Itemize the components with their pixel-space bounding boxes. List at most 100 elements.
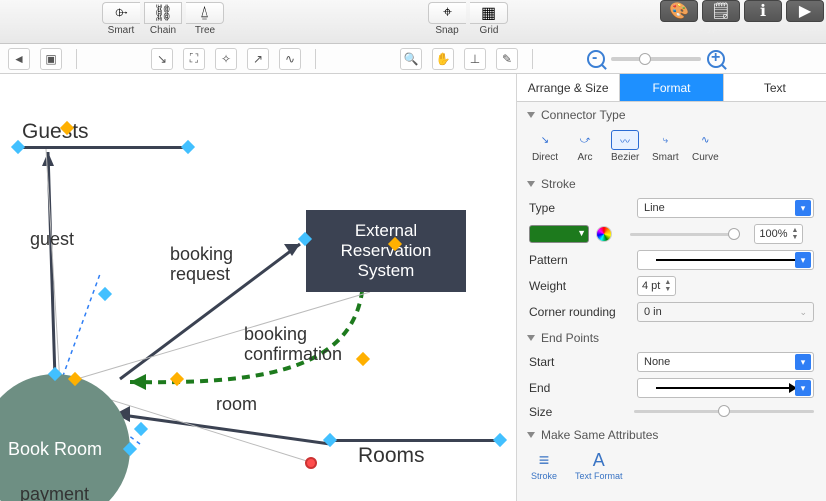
grid-label: Grid bbox=[468, 25, 510, 36]
tool-e[interactable]: ∿ bbox=[279, 48, 301, 70]
section-same-attr[interactable]: Make Same Attributes bbox=[517, 422, 826, 446]
chain-label: Chain bbox=[142, 25, 184, 36]
tool-a[interactable]: ↘ bbox=[151, 48, 173, 70]
connector-bezier[interactable]: 〰Bezier bbox=[611, 130, 639, 163]
zoom-out-icon[interactable]: - bbox=[587, 50, 605, 68]
pattern-label: Pattern bbox=[529, 253, 629, 267]
info-label: Info bbox=[742, 23, 784, 34]
info-button[interactable]: ℹ Info bbox=[742, 0, 784, 43]
room-edge-label: room bbox=[216, 394, 257, 415]
tool-d[interactable]: ↗ bbox=[247, 48, 269, 70]
back-button[interactable]: ◄ bbox=[8, 48, 30, 70]
stroke-color-swatch[interactable]: ▼ bbox=[529, 225, 589, 243]
smart-button[interactable]: ⌱ Smart bbox=[100, 2, 142, 36]
section-title-same-attr: Make Same Attributes bbox=[541, 428, 658, 442]
corner-rounding-select[interactable]: 0 in ⌄ bbox=[637, 302, 814, 322]
rooms-node[interactable] bbox=[330, 439, 500, 442]
disclosure-triangle-icon bbox=[527, 112, 535, 118]
zoom-tool[interactable]: 🔍 bbox=[400, 48, 422, 70]
present-label: Present bbox=[784, 23, 826, 34]
booking-confirmation-label: booking confirmation bbox=[244, 324, 354, 364]
payment-edge-label: payment bbox=[20, 484, 89, 501]
disclosure-triangle-icon bbox=[527, 432, 535, 438]
tool-c[interactable]: ✧ bbox=[215, 48, 237, 70]
canvas[interactable]: Guests External Reservation System Rooms… bbox=[0, 74, 516, 501]
grid-icon: ▦ bbox=[481, 3, 496, 23]
rooms-label: Rooms bbox=[358, 444, 425, 468]
tab-arrange[interactable]: Arrange & Size bbox=[517, 74, 619, 101]
chain-icon: ⛓ bbox=[153, 3, 173, 23]
endpoint-size-slider[interactable] bbox=[634, 410, 814, 413]
zoom-controls: - + bbox=[587, 50, 725, 68]
same-stroke-button[interactable]: ≡Stroke bbox=[531, 450, 557, 481]
tree-icon: ⍙ bbox=[200, 4, 210, 22]
tree-button[interactable]: ⍙ Tree bbox=[184, 2, 226, 36]
hypernote-label: Hypernote bbox=[700, 23, 742, 34]
stroke-type-select[interactable]: Line▾ bbox=[637, 198, 814, 218]
tree-label: Tree bbox=[184, 25, 226, 36]
format-button[interactable]: 🎨 Format bbox=[658, 0, 700, 43]
present-icon: ▶ bbox=[799, 1, 811, 21]
connector-arc[interactable]: ⤻Arc bbox=[571, 130, 599, 163]
stroke-pattern-select[interactable]: ▾ bbox=[637, 250, 814, 270]
tab-text[interactable]: Text bbox=[723, 74, 826, 101]
end-label: End bbox=[529, 381, 629, 395]
guests-label: Guests bbox=[22, 120, 89, 144]
toolbar-group-right: 🎨 Format 🗒 Hypernote ℹ Info ▶ Present bbox=[658, 0, 826, 43]
tab-format[interactable]: Format bbox=[619, 74, 722, 101]
section-endpoints[interactable]: End Points bbox=[517, 325, 826, 349]
stroke-opacity-slider[interactable] bbox=[630, 233, 740, 236]
connector-direct[interactable]: ↘Direct bbox=[531, 130, 559, 163]
external-reservation-label: External Reservation System bbox=[312, 221, 460, 281]
connector-smart[interactable]: ⤷Smart bbox=[651, 130, 679, 163]
toolbar-group-layout: ⌱ Smart ⛓ Chain ⍙ Tree bbox=[100, 0, 226, 43]
snap-label: Snap bbox=[426, 25, 468, 36]
endpoint-start-select[interactable]: None▾ bbox=[637, 352, 814, 372]
grid-button[interactable]: ▦ Grid bbox=[468, 2, 510, 36]
inspector-panel: Arrange & Size Format Text Connector Typ… bbox=[516, 74, 826, 501]
hand-tool[interactable]: ✋ bbox=[432, 48, 454, 70]
section-stroke[interactable]: Stroke bbox=[517, 171, 826, 195]
snap-icon: ⌖ bbox=[443, 4, 452, 22]
hypernote-button[interactable]: 🗒 Hypernote bbox=[700, 0, 742, 43]
endpoint-end-select[interactable]: ▾ bbox=[637, 378, 814, 398]
smart-label: Smart bbox=[100, 25, 142, 36]
zoom-in-icon[interactable]: + bbox=[707, 50, 725, 68]
text-format-icon: A bbox=[575, 450, 623, 471]
stroke-type-label: Type bbox=[529, 201, 629, 215]
booking-request-label: booking request bbox=[170, 244, 250, 284]
connector-curve[interactable]: ∿Curve bbox=[691, 130, 719, 163]
stroke-icon: ≡ bbox=[531, 450, 557, 471]
stamp-tool[interactable]: ⊥ bbox=[464, 48, 486, 70]
origin-handle[interactable] bbox=[305, 457, 317, 469]
smart-icon: ⌱ bbox=[115, 4, 127, 22]
tool-b[interactable]: ⛶ bbox=[183, 48, 205, 70]
stroke-opacity-field[interactable]: 100%▲▼ bbox=[754, 224, 803, 244]
section-title-stroke: Stroke bbox=[541, 177, 576, 191]
zoom-slider[interactable] bbox=[611, 57, 701, 61]
color-wheel-icon[interactable] bbox=[596, 226, 612, 242]
eyedropper-tool[interactable]: ✎ bbox=[496, 48, 518, 70]
disclosure-triangle-icon bbox=[527, 181, 535, 187]
format-label: Format bbox=[658, 23, 700, 34]
section-connector-type[interactable]: Connector Type bbox=[517, 102, 826, 126]
book-room-label: Book Room bbox=[8, 439, 102, 460]
guest-edge-label: guest bbox=[30, 229, 74, 250]
snap-button[interactable]: ⌖ Snap bbox=[426, 2, 468, 36]
section-title-endpoints: End Points bbox=[541, 331, 599, 345]
start-label: Start bbox=[529, 355, 629, 369]
stroke-weight-field[interactable]: 4 pt▲▼ bbox=[637, 276, 676, 296]
toolbar-group-snap: ⌖ Snap ▦ Grid bbox=[426, 0, 510, 43]
present-button[interactable]: ▶ Present bbox=[784, 0, 826, 43]
hypernote-icon: 🗒 bbox=[711, 1, 731, 21]
disclosure-triangle-icon bbox=[527, 335, 535, 341]
connector-type-picker: ↘Direct ⤻Arc 〰Bezier ⤷Smart ∿Curve bbox=[517, 126, 826, 171]
outline-toggle[interactable]: ▣ bbox=[40, 48, 62, 70]
chain-button[interactable]: ⛓ Chain bbox=[142, 2, 184, 36]
size-label: Size bbox=[529, 405, 626, 419]
same-text-format-button[interactable]: AText Format bbox=[575, 450, 623, 481]
guests-node[interactable] bbox=[18, 146, 188, 149]
external-reservation-node[interactable]: External Reservation System bbox=[306, 210, 466, 292]
book-room-node[interactable]: Book Room bbox=[0, 374, 130, 501]
main-toolbar: ⌱ Smart ⛓ Chain ⍙ Tree ⌖ Snap ▦ Grid 🎨 F… bbox=[0, 0, 826, 44]
